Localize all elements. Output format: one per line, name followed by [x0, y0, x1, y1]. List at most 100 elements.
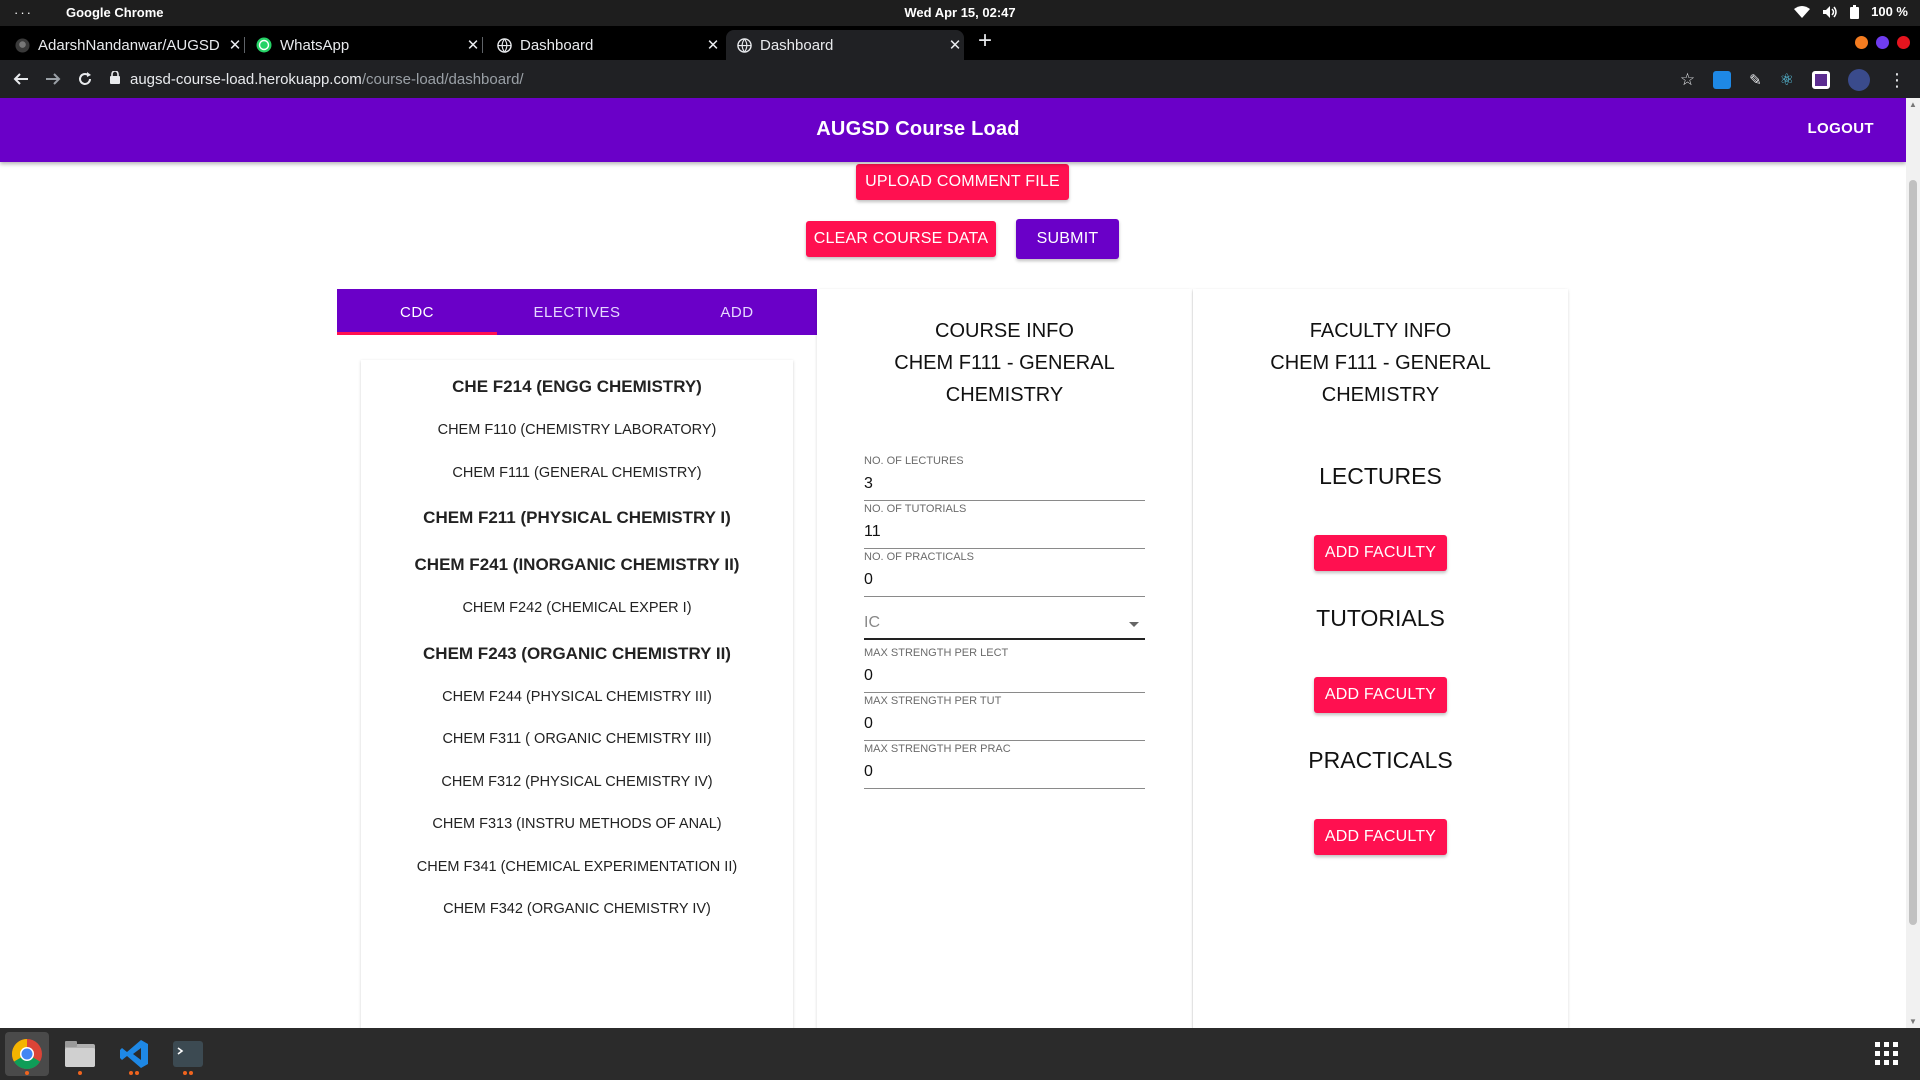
field-value[interactable]: 0: [864, 763, 873, 781]
system-top-bar: ··· Google Chrome Wed Apr 15, 02:47 100 …: [0, 0, 1920, 26]
react-icon[interactable]: ⚛: [1780, 70, 1794, 90]
star-icon[interactable]: ☆: [1680, 70, 1695, 90]
running-indicator: [78, 1071, 82, 1075]
course-name-cont: CHEMISTRY: [1321, 384, 1440, 406]
close-icon[interactable]: ✕: [946, 36, 964, 54]
running-indicator: [183, 1071, 187, 1075]
max-lect-field[interactable]: MAX STRENGTH PER LECT 0: [864, 647, 1145, 695]
activities-menu[interactable]: ···: [14, 5, 33, 20]
tab-add[interactable]: ADD: [657, 289, 817, 335]
address-bar[interactable]: augsd-course-load.herokuapp.com/course-l…: [110, 65, 1710, 93]
list-item[interactable]: CHEM F241 (INORGANIC CHEMISTRY II): [361, 555, 793, 575]
scroll-up-icon[interactable]: ▲: [1909, 100, 1917, 109]
max-tut-field[interactable]: MAX STRENGTH PER TUT 0: [864, 695, 1145, 743]
system-clock[interactable]: Wed Apr 15, 02:47: [0, 5, 1920, 20]
tab-title: WhatsApp: [280, 36, 350, 54]
list-item[interactable]: CHEM F211 (PHYSICAL CHEMISTRY I): [361, 508, 793, 528]
add-faculty-practicals-button[interactable]: ADD FACULTY: [1314, 819, 1447, 855]
menu-kebab-icon[interactable]: ⋮: [1888, 71, 1906, 89]
browser-tab-github[interactable]: AdarshNandanwar/AUGSD ✕: [14, 30, 245, 60]
upload-comment-file-button[interactable]: UPLOAD COMMENT FILE: [856, 164, 1069, 200]
extension-icons: ☆ ✎ ⚛ ⋮: [1680, 69, 1906, 91]
field-label: MAX STRENGTH PER PRAC: [864, 743, 1011, 755]
field-label: NO. OF TUTORIALS: [864, 503, 967, 515]
course-name: CHEM F111 - GENERAL: [1270, 352, 1491, 374]
pen-icon[interactable]: ✎: [1749, 71, 1762, 89]
card-title: COURSE INFO: [935, 320, 1074, 342]
list-item[interactable]: CHEM F342 (ORGANIC CHEMISTRY IV): [361, 901, 793, 917]
maximize-button[interactable]: [1876, 36, 1889, 49]
tab-cdc[interactable]: CDC: [337, 289, 497, 335]
field-underline: [864, 740, 1145, 741]
ic-select[interactable]: IC: [864, 599, 1145, 647]
wifi-icon: [1794, 5, 1811, 19]
tab-electives[interactable]: ELECTIVES: [497, 289, 657, 335]
list-item[interactable]: CHEM F243 (ORGANIC CHEMISTRY II): [361, 644, 793, 664]
page-scrollbar[interactable]: ▲ ▼: [1906, 98, 1920, 1028]
tab-title: AdarshNandanwar/AUGSD: [38, 36, 220, 54]
tab-separator: [482, 37, 483, 53]
browser-tab-strip: AdarshNandanwar/AUGSD ✕ WhatsApp ✕ Dashb…: [0, 26, 1920, 60]
chevron-down-icon[interactable]: [1129, 622, 1139, 627]
field-value[interactable]: 0: [864, 667, 873, 685]
field-value[interactable]: 0: [864, 715, 873, 733]
lectures-field[interactable]: NO. OF LECTURES 3: [864, 455, 1145, 503]
app-grid-icon[interactable]: [1875, 1042, 1898, 1065]
clear-course-data-button[interactable]: CLEAR COURSE DATA: [806, 221, 996, 257]
tutorials-field[interactable]: NO. OF TUTORIALS 11: [864, 503, 1145, 551]
tab-title: Dashboard: [760, 36, 834, 54]
logout-button[interactable]: LOGOUT: [1807, 120, 1874, 137]
system-tray[interactable]: 100 %: [1794, 4, 1908, 19]
list-item[interactable]: CHEM F341 (CHEMICAL EXPERIMENTATION II): [361, 859, 793, 875]
back-arrow-icon[interactable]: [10, 68, 32, 90]
submit-button[interactable]: SUBMIT: [1016, 219, 1119, 259]
globe-icon: [496, 37, 512, 53]
list-item[interactable]: CHEM F244 (PHYSICAL CHEMISTRY III): [361, 689, 793, 705]
field-value[interactable]: 11: [864, 523, 881, 541]
window-controls: [1855, 36, 1910, 49]
list-item[interactable]: CHEM F242 (CHEMICAL EXPER I): [361, 600, 793, 616]
close-icon[interactable]: ✕: [464, 36, 482, 54]
list-item[interactable]: CHEM F313 (INSTRU METHODS OF ANAL): [361, 816, 793, 832]
browser-tab-dashboard-2[interactable]: Dashboard ✕: [726, 30, 964, 60]
github-icon: [14, 37, 30, 53]
browser-tab-dashboard-1[interactable]: Dashboard ✕: [496, 30, 722, 60]
add-faculty-tutorials-button[interactable]: ADD FACULTY: [1314, 677, 1447, 713]
browser-tab-whatsapp[interactable]: WhatsApp ✕: [256, 30, 483, 60]
files-app-icon[interactable]: [58, 1032, 102, 1076]
reload-icon[interactable]: [74, 68, 96, 90]
minimize-button[interactable]: [1855, 36, 1868, 49]
list-item[interactable]: CHEM F110 (CHEMISTRY LABORATORY): [361, 422, 793, 438]
forward-arrow-icon[interactable]: [42, 68, 64, 90]
close-icon[interactable]: ✕: [226, 36, 244, 54]
list-item[interactable]: CHEM F311 ( ORGANIC CHEMISTRY III): [361, 731, 793, 747]
list-item[interactable]: CHE F214 (ENGG CHEMISTRY): [361, 377, 793, 397]
field-value[interactable]: 3: [864, 475, 873, 493]
app-header: AUGSD Course Load LOGOUT: [0, 98, 1906, 162]
max-prac-field[interactable]: MAX STRENGTH PER PRAC 0: [864, 743, 1145, 791]
extension-icon[interactable]: [1713, 71, 1732, 89]
practicals-field[interactable]: NO. OF PRACTICALS 0: [864, 551, 1145, 599]
close-icon[interactable]: ✕: [704, 36, 722, 54]
vscode-app-icon[interactable]: [112, 1032, 156, 1076]
add-faculty-lectures-button[interactable]: ADD FACULTY: [1314, 535, 1447, 571]
list-item[interactable]: CHEM F111 (GENERAL CHEMISTRY): [361, 465, 793, 481]
globe-icon: [736, 37, 752, 53]
active-app-name[interactable]: Google Chrome: [66, 5, 164, 20]
lock-icon[interactable]: [110, 69, 120, 88]
field-value[interactable]: 0: [864, 571, 873, 589]
chrome-app-icon[interactable]: [5, 1032, 49, 1076]
practicals-title: PRACTICALS: [1308, 747, 1453, 773]
field-underline: [864, 548, 1145, 549]
extension-icon[interactable]: [1812, 71, 1830, 89]
close-window-button[interactable]: [1897, 36, 1910, 49]
running-indicator: [135, 1071, 139, 1075]
new-tab-button[interactable]: +: [978, 29, 992, 53]
list-item[interactable]: CHEM F312 (PHYSICAL CHEMISTRY IV): [361, 774, 793, 790]
terminal-app-icon[interactable]: [166, 1032, 210, 1076]
faculty-info-heading: FACULTY INFO CHEM F111 - GENERAL CHEMIST…: [1193, 315, 1568, 411]
scroll-down-icon[interactable]: ▼: [1909, 1017, 1917, 1026]
volume-icon: [1822, 5, 1838, 19]
scrollbar-thumb[interactable]: [1909, 180, 1917, 925]
avatar[interactable]: [1848, 69, 1870, 91]
